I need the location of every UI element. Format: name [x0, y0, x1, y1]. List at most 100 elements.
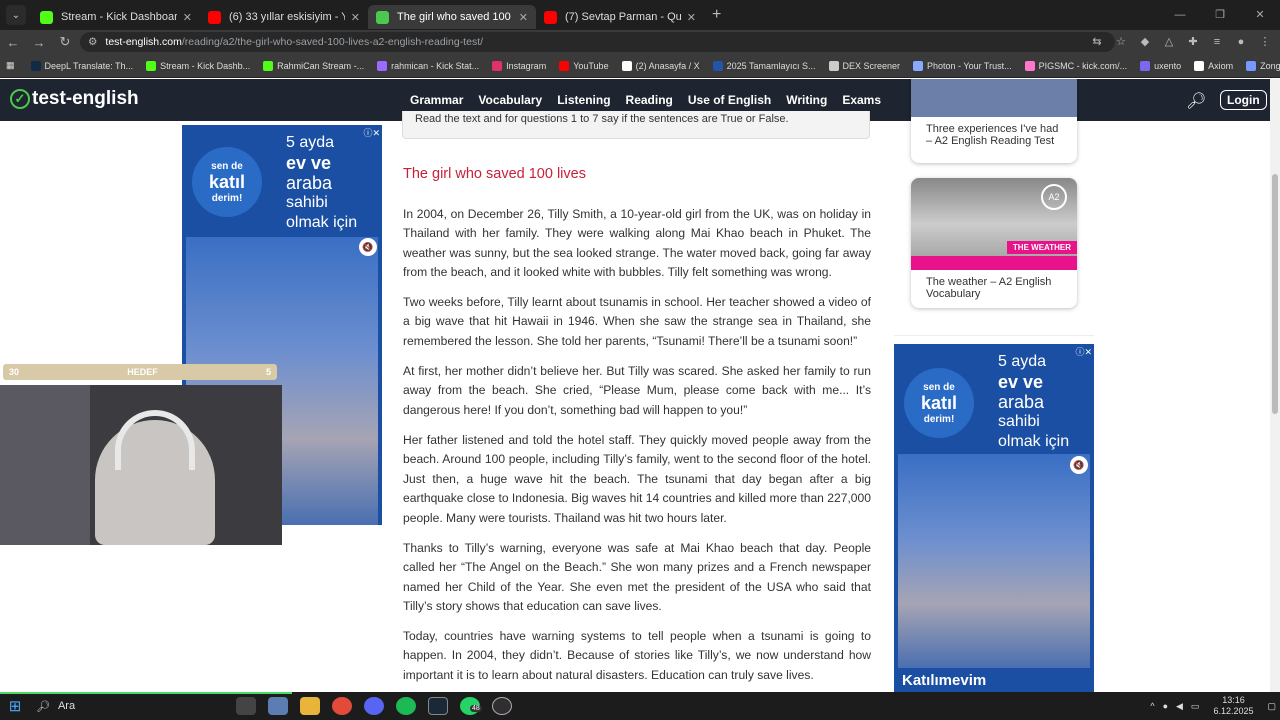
- bookmark-youtube[interactable]: YouTube: [559, 60, 609, 71]
- speaker-icon[interactable]: ◀: [1176, 701, 1183, 712]
- tab-title: (7) Sevtap Parman - Que Sera S: [565, 11, 681, 23]
- scrollbar-thumb[interactable]: [1272, 174, 1278, 414]
- instagram-icon: [492, 60, 503, 71]
- menu-exams[interactable]: Exams: [842, 93, 881, 107]
- tab-kick-dashboard[interactable]: Stream - Kick Dashboard ✕: [32, 5, 200, 29]
- chrome-icon[interactable]: [332, 697, 352, 715]
- bookmark-rahmican-stream[interactable]: RahmiCan Stream -...: [263, 60, 364, 71]
- spotify-icon[interactable]: [396, 697, 416, 715]
- maximize-icon[interactable]: ❐: [1200, 0, 1240, 30]
- new-tab-button[interactable]: +: [712, 6, 721, 24]
- menu-reading[interactable]: Reading: [626, 93, 673, 107]
- tab-test-english[interactable]: The girl who saved 100 lives – A ✕: [368, 5, 536, 29]
- media-icon[interactable]: ≡: [1208, 32, 1226, 52]
- bookmark-kick-stats[interactable]: rahmican - Kick Stat...: [377, 60, 480, 71]
- discord-icon[interactable]: [364, 697, 384, 715]
- ad-info-icon[interactable]: ⓘ✕: [1075, 345, 1092, 358]
- menu-vocabulary[interactable]: Vocabulary: [478, 93, 542, 107]
- url-host: test-english.com: [105, 36, 182, 48]
- site-logo[interactable]: ✓ test-english: [10, 88, 139, 110]
- related-card[interactable]: Three experiences I've had – A2 English …: [911, 79, 1077, 163]
- whatsapp-icon[interactable]: 48: [460, 697, 482, 715]
- site-info-icon[interactable]: ⚙: [88, 36, 97, 48]
- document-icon: [712, 60, 723, 71]
- mute-icon[interactable]: 🔇: [359, 238, 377, 256]
- right-advertisement[interactable]: ⓘ✕ sen de katıl derim! 5 ayda ev ve arab…: [894, 344, 1094, 692]
- notifications-icon[interactable]: ▢: [1267, 701, 1276, 712]
- menu-writing[interactable]: Writing: [786, 93, 827, 107]
- obs-icon[interactable]: [492, 697, 512, 715]
- login-button[interactable]: Login: [1220, 90, 1267, 110]
- tab-search-button[interactable]: ⌄: [6, 5, 26, 25]
- profile-avatar-icon[interactable]: ●: [1232, 32, 1250, 52]
- menu-use-of-english[interactable]: Use of English: [688, 93, 771, 107]
- bookmark-tamamlayici[interactable]: 2025 Tamamlayıcı S...: [712, 60, 816, 71]
- ad-badge-big: katıl: [920, 392, 958, 413]
- bookmark-label: rahmican - Kick Stat...: [391, 60, 480, 71]
- close-icon[interactable]: ✕: [183, 11, 192, 24]
- search-icon[interactable]: 🔎︎: [1186, 91, 1206, 111]
- menu-listening[interactable]: Listening: [557, 93, 610, 107]
- logo-text: test-english: [32, 88, 139, 109]
- windows-start-icon[interactable]: ⊞: [0, 697, 30, 715]
- close-icon[interactable]: ✕: [519, 11, 528, 24]
- url-field[interactable]: ⚙ test-english.com/reading/a2/the-girl-w…: [80, 32, 1115, 52]
- bookmark-label: 2025 Tamamlayıcı S...: [726, 60, 816, 71]
- test-english-icon: [376, 10, 389, 24]
- bookmark-x[interactable]: (2) Anasayfa / X: [621, 60, 700, 71]
- extensions-puzzle-icon[interactable]: ✚: [1184, 32, 1202, 52]
- main-menu: Grammar Vocabulary Listening Reading Use…: [410, 93, 881, 107]
- article-paragraph: At first, her mother didn’t believe her.…: [403, 364, 871, 417]
- bookmark-dex-screener[interactable]: DEX Screener: [828, 60, 900, 71]
- page-scrollbar[interactable]: [1270, 79, 1280, 692]
- webcam-headphones: [115, 410, 195, 470]
- translate-icon[interactable]: ⇆: [1088, 32, 1106, 52]
- tab-youtube-2[interactable]: (7) Sevtap Parman - Que Sera S ✕: [536, 5, 704, 29]
- ad-info-icon[interactable]: ⓘ✕: [363, 126, 380, 139]
- bookmark-pigsmc[interactable]: PIGSMC - kick.com/...: [1024, 60, 1128, 71]
- article-title: The girl who saved 100 lives: [403, 166, 586, 182]
- task-view-icon[interactable]: [236, 697, 256, 715]
- tab-youtube-1[interactable]: (6) 33 yıllar eskisiyim - YouTube ✕: [200, 5, 368, 29]
- ad-brand: Katılımevim: [902, 672, 987, 689]
- bookmark-label: uxento: [1154, 60, 1182, 71]
- close-icon[interactable]: ✕: [687, 11, 696, 24]
- bookmark-axiom[interactable]: Axiom: [1194, 60, 1233, 71]
- bookmark-zonguldak[interactable]: Zonguldak İngilizce...: [1246, 60, 1280, 71]
- bookmark-instagram[interactable]: Instagram: [492, 60, 546, 71]
- bookmark-deepl[interactable]: DeepL Translate: Th...: [30, 60, 133, 71]
- file-icon[interactable]: [268, 697, 288, 715]
- extension-icon[interactable]: ◆: [1136, 32, 1154, 52]
- goal-progress-bar: 30 HEDEF 5: [3, 364, 277, 380]
- folder-icon[interactable]: [300, 697, 320, 715]
- apps-grid-icon[interactable]: ▦: [6, 60, 15, 71]
- minimize-icon[interactable]: —: [1160, 0, 1200, 30]
- bookmark-label: PIGSMC - kick.com/...: [1038, 60, 1128, 71]
- bookmark-uxento[interactable]: uxento: [1140, 60, 1182, 71]
- card-tag: THE WEATHER: [1006, 241, 1077, 254]
- reload-icon[interactable]: ↻: [52, 34, 78, 50]
- bookmark-kick-dashboard[interactable]: Stream - Kick Dashb...: [146, 60, 250, 71]
- url-path: /reading/a2/the-girl-who-saved-100-lives…: [181, 36, 484, 48]
- x-icon: [621, 60, 632, 71]
- goal-current: 30: [9, 367, 20, 377]
- taskbar-search[interactable]: 🔎︎ Ara: [30, 700, 230, 713]
- menu-grammar[interactable]: Grammar: [410, 93, 463, 107]
- close-window-icon[interactable]: ✕: [1240, 0, 1280, 30]
- back-icon[interactable]: ←: [0, 35, 26, 50]
- microphone-icon[interactable]: ●: [1163, 701, 1168, 711]
- chevron-up-icon[interactable]: ^: [1150, 701, 1154, 711]
- bookmark-star-icon[interactable]: ☆: [1112, 32, 1130, 52]
- webcam-shelf: [0, 385, 90, 545]
- related-card[interactable]: A2 THE WEATHER The weather – A2 English …: [911, 178, 1077, 308]
- youtube-icon: [559, 60, 570, 71]
- steam-icon[interactable]: [428, 697, 448, 715]
- system-clock[interactable]: 13:16 6.12.2025: [1213, 695, 1253, 717]
- forward-icon[interactable]: →: [26, 35, 52, 50]
- mute-icon[interactable]: 🔇: [1070, 456, 1088, 474]
- bookmark-photon[interactable]: Photon - Your Trust...: [913, 60, 1012, 71]
- kebab-menu-icon[interactable]: ⋮: [1256, 32, 1274, 52]
- network-icon[interactable]: ▭: [1191, 701, 1200, 712]
- close-icon[interactable]: ✕: [351, 11, 360, 24]
- extension-icon[interactable]: △: [1160, 32, 1178, 52]
